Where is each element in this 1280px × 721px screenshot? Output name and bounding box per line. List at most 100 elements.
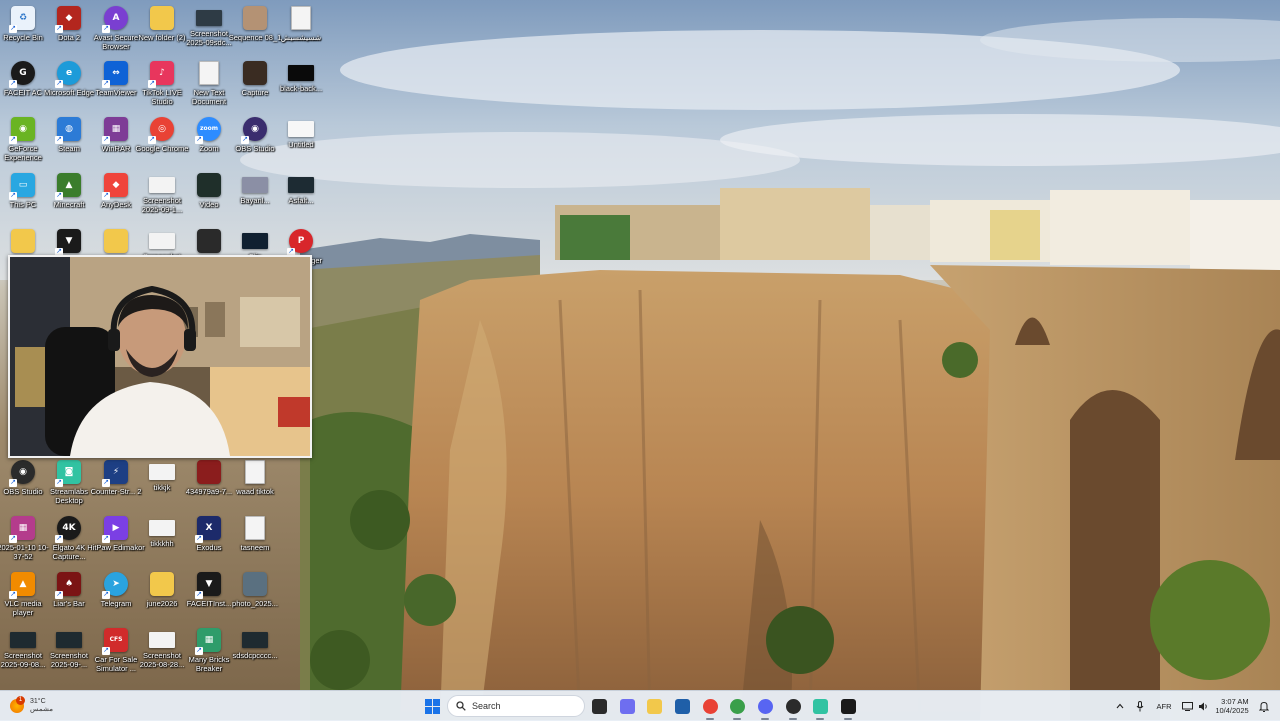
icon-glyph: ◆: [112, 180, 120, 190]
webcam-overlay[interactable]: [8, 255, 312, 458]
edge-icon: e: [55, 61, 81, 88]
video-file-icon: [197, 173, 221, 197]
image-file-icon: [243, 61, 267, 85]
document-file-icon: [291, 6, 311, 30]
icon-glyph: 4K: [62, 523, 76, 533]
icon-glyph: X: [205, 523, 213, 533]
image-file-icon: [242, 632, 268, 648]
desktop-icon[interactable]: شسيشسيش: [272, 2, 330, 54]
icon-glyph: ◉: [251, 124, 259, 134]
desktop-icon-label: شسيشسيش: [280, 33, 322, 42]
image-file-icon: [149, 233, 175, 249]
faceit-installer-icon: ▼: [195, 572, 221, 599]
desktop-icon[interactable]: photo_2025...: [226, 568, 284, 620]
taskbar-app-button[interactable]: [671, 695, 693, 717]
folder-icon: [104, 229, 128, 253]
webcam-feed-image: [10, 257, 310, 456]
taskbar-app-button[interactable]: [754, 695, 776, 720]
clock-button[interactable]: 3:07 AM 10/4/2025: [1212, 695, 1252, 717]
icon-glyph: G: [19, 68, 27, 78]
icon-glyph: ▲: [65, 180, 73, 190]
microsoft-store-icon: [674, 698, 690, 714]
teamviewer-icon: ⇔: [102, 61, 128, 88]
icon-glyph: ▦: [111, 124, 121, 134]
nvidia-icon: ◉: [9, 117, 35, 144]
icon-glyph: ♪: [159, 68, 165, 78]
search-label: Search: [472, 701, 501, 711]
icon-glyph: ▦: [18, 523, 28, 533]
desktop-icon[interactable]: waad tiktok: [226, 456, 284, 508]
desktop-icon[interactable]: tasneem: [226, 512, 284, 564]
desktop-icon-label: sdsdcpcccc...: [232, 651, 278, 660]
volume-button[interactable]: [1196, 695, 1210, 717]
vlc-icon: ▲: [9, 572, 35, 599]
icon-glyph: ◎: [158, 124, 166, 134]
dota2-icon: ◆: [55, 6, 81, 33]
faceit-icon: ▼: [55, 229, 81, 256]
clock-time: 3:07 AM: [1221, 697, 1249, 706]
icon-glyph: ◍: [65, 124, 73, 134]
folder-icon: [11, 229, 35, 253]
weather-widget[interactable]: 1 31°C مشمس: [10, 695, 70, 717]
speaker-icon: [1198, 702, 1207, 710]
elgato-icon: 4K: [55, 516, 81, 543]
icon-glyph: ▶: [112, 523, 120, 533]
folder-icon: [150, 572, 174, 596]
image-file-icon: [243, 572, 267, 596]
taskbar-app-button[interactable]: [837, 695, 859, 720]
icon-glyph: ▼: [65, 236, 73, 246]
chrome-icon: [702, 698, 718, 714]
network-icon: [1181, 701, 1193, 711]
tiktok-live-icon: ♪: [148, 61, 174, 88]
chrome-icon: ◎: [148, 117, 174, 144]
zoom-icon: zoom: [195, 117, 221, 144]
image-file-icon: [242, 177, 268, 193]
image-file-icon: [149, 177, 175, 193]
icon-glyph: e: [65, 68, 73, 78]
desktop-icon-label: Asfalt...: [288, 196, 314, 205]
show-hidden-icons-button[interactable]: [1113, 695, 1127, 717]
taskbar-app-button[interactable]: [616, 695, 638, 717]
taskbar-app-button[interactable]: [699, 695, 721, 720]
taskbar-app-button[interactable]: [588, 695, 610, 717]
taskbar-search-box[interactable]: Search: [447, 695, 585, 717]
icon-glyph: ◉: [19, 467, 27, 477]
desktop-icon-label: photo_2025...: [232, 599, 278, 608]
desktop-icon[interactable]: sdsdcpcccc...: [226, 624, 284, 676]
recycle-bin-icon: ♻: [9, 6, 35, 33]
icon-glyph: ♻: [18, 13, 28, 23]
taskbar: 1 31°C مشمس Search AFR 3:07 AM 10/4/2025: [0, 690, 1280, 721]
weather-temperature: 31°C: [30, 698, 46, 705]
taskbar-app-button[interactable]: [782, 695, 804, 720]
streamlabs-icon: [812, 698, 828, 714]
taskbar-app-button[interactable]: [643, 695, 665, 717]
input-language-indicator[interactable]: AFR: [1153, 695, 1175, 717]
taskbar-app-button[interactable]: [726, 695, 748, 720]
icon-glyph: ▼: [205, 579, 213, 589]
image-file-icon: [56, 632, 82, 648]
image-file-icon: [10, 632, 36, 648]
video-file-icon: [197, 460, 221, 484]
teamviewer-icon: [840, 698, 856, 714]
network-button[interactable]: [1180, 695, 1194, 717]
text-file-icon: [199, 61, 219, 85]
desktop-icon[interactable]: black-back...: [272, 57, 330, 109]
desktop-icon-label: waad tiktok: [236, 487, 274, 496]
icon-glyph: CFS: [109, 636, 123, 643]
game-icon: ♠: [55, 572, 81, 599]
taskbar-app-button[interactable]: [809, 695, 831, 720]
winrar-icon: ▦: [102, 117, 128, 144]
microphone-button[interactable]: [1133, 695, 1147, 717]
desktop-icon[interactable]: Untitled: [272, 113, 330, 165]
notification-badge: 1: [16, 696, 25, 705]
notifications-button[interactable]: [1256, 695, 1272, 717]
desktop-icon-label: Untitled: [288, 140, 314, 149]
steam-icon: ◍: [55, 117, 81, 144]
icon-glyph: ◆: [65, 13, 73, 23]
streamlabs-icon: ◙: [55, 460, 81, 487]
desktop-icon[interactable]: Asfalt...: [272, 169, 330, 221]
microphone-icon: [1136, 700, 1144, 711]
image-file-icon: [149, 632, 175, 648]
video-file-icon: [243, 6, 267, 30]
start-button[interactable]: [421, 695, 443, 717]
